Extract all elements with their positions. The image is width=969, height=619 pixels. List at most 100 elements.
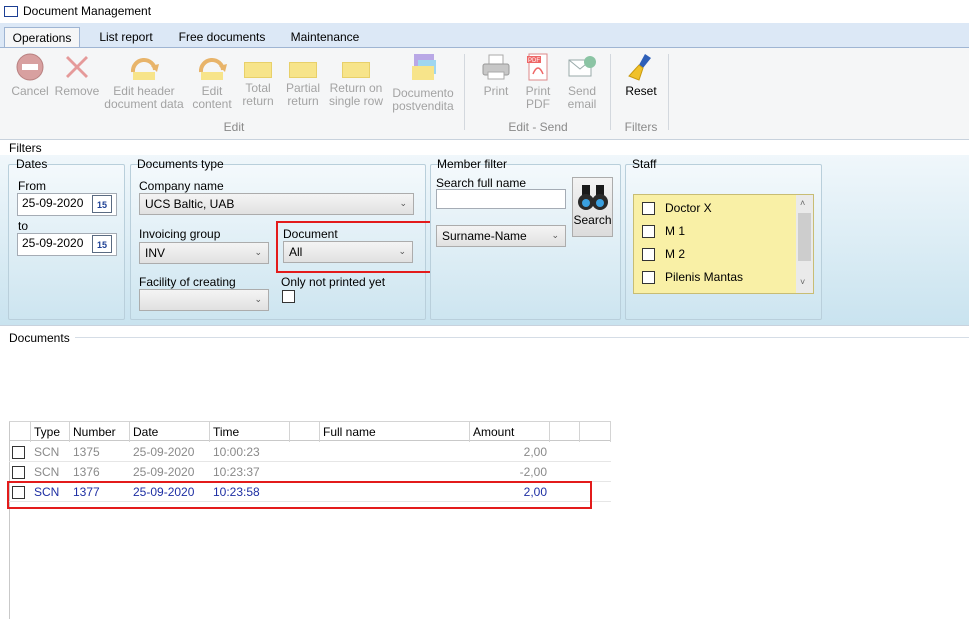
member-filter-group-title: Member filter xyxy=(437,157,508,171)
tab-maintenance[interactable]: Maintenance xyxy=(282,27,368,48)
staff-checkbox[interactable] xyxy=(642,271,655,284)
staff-item[interactable]: M 1 xyxy=(642,224,802,245)
tab-list-report[interactable]: List report xyxy=(90,27,162,48)
column-header-select[interactable] xyxy=(9,422,31,442)
svg-text:PDF: PDF xyxy=(528,58,540,64)
chevron-down-icon: ⌄ xyxy=(398,246,406,256)
staff-checkbox[interactable] xyxy=(642,202,655,215)
staff-item-label: Doctor X xyxy=(665,201,712,215)
table-row[interactable]: SCN 1376 25-09-2020 10:23:37 -2,00 xyxy=(9,462,611,482)
column-header-blank[interactable] xyxy=(290,422,320,442)
print-pdf-button[interactable]: PDF Print PDF xyxy=(520,52,556,111)
documents-grid-header: Type Number Date Time Full name Amount xyxy=(9,421,611,442)
calendar-icon-2[interactable]: 15 xyxy=(92,235,112,253)
staff-item[interactable]: Doctor X xyxy=(642,201,802,222)
documento-postvendita-button[interactable]: Documento postvendita xyxy=(389,52,457,113)
row-checkbox[interactable] xyxy=(12,466,25,479)
table-row[interactable]: SCN 1375 25-09-2020 10:00:23 2,00 xyxy=(9,442,611,462)
scroll-down-icon[interactable]: ˅ xyxy=(800,277,805,287)
return-single-row-icon xyxy=(342,62,370,78)
cell-number: 1375 xyxy=(73,445,100,459)
remove-button[interactable]: Remove xyxy=(53,52,101,98)
print-button[interactable]: Print xyxy=(478,52,514,98)
document-label: Document xyxy=(283,227,338,241)
search-button[interactable]: Search xyxy=(572,177,613,237)
edit-content-button[interactable]: Edit content xyxy=(189,52,235,111)
column-header-date[interactable]: Date xyxy=(130,422,210,442)
facility-select[interactable]: ⌄ xyxy=(139,289,269,311)
chevron-down-icon: ⌄ xyxy=(254,247,262,257)
pdf-icon: PDF xyxy=(527,53,548,81)
partial-return-button[interactable]: Partial return xyxy=(283,52,323,108)
column-header-extra-2[interactable] xyxy=(580,422,611,442)
reset-button[interactable]: Reset xyxy=(620,52,662,98)
broom-icon xyxy=(628,54,651,81)
title-bar: Document Management xyxy=(0,0,969,23)
column-header-time[interactable]: Time xyxy=(210,422,290,442)
staff-scrollbar[interactable]: ˄ ˅ xyxy=(796,195,813,293)
return-single-row-button[interactable]: Return on single row xyxy=(327,52,385,108)
not-printed-label: Only not printed yet xyxy=(281,275,386,289)
staff-item[interactable]: Pilenis Mantas xyxy=(642,270,802,291)
chevron-down-icon: ⌄ xyxy=(399,198,407,208)
return-single-row-label-2: single row xyxy=(328,94,384,108)
partial-return-label-2: return xyxy=(287,94,319,108)
send-group-label: Edit - Send xyxy=(508,120,568,134)
email-icon xyxy=(568,56,596,77)
column-header-number[interactable]: Number xyxy=(70,422,130,442)
row-checkbox[interactable] xyxy=(12,446,25,459)
total-return-icon xyxy=(244,62,272,78)
search-button-label: Search xyxy=(573,213,612,227)
documents-section-label: Documents xyxy=(9,331,70,345)
to-label: to xyxy=(18,219,29,233)
edit-group-label: Edit xyxy=(223,120,245,134)
cancel-label: Cancel xyxy=(11,84,49,98)
company-name-value: UCS Baltic, UAB xyxy=(145,197,235,211)
staff-list[interactable]: Doctor X M 1 M 2 Pilenis Mantas ˄ ˅ xyxy=(633,194,814,294)
edit-header-icon xyxy=(130,57,159,80)
dates-group-title: Dates xyxy=(16,157,48,171)
remove-label: Remove xyxy=(54,84,100,98)
column-header-full-name[interactable]: Full name xyxy=(320,422,470,442)
cancel-icon xyxy=(16,53,44,81)
calendar-icon[interactable]: 15 xyxy=(92,195,112,213)
cancel-button[interactable]: Cancel xyxy=(8,52,52,98)
tab-operations[interactable]: Operations xyxy=(4,27,80,48)
total-return-button[interactable]: Total return xyxy=(239,52,277,108)
print-pdf-label-2: PDF xyxy=(526,97,550,111)
company-name-select[interactable]: UCS Baltic, UAB ⌄ xyxy=(139,193,414,215)
documents-divider xyxy=(75,337,969,338)
documento-postvendita-icon xyxy=(412,54,436,80)
partial-return-icon xyxy=(289,62,317,78)
scroll-up-icon[interactable]: ˄ xyxy=(800,198,805,208)
staff-group-title: Staff xyxy=(632,157,657,171)
edit-header-button[interactable]: Edit header document data xyxy=(102,52,186,111)
column-header-amount[interactable]: Amount xyxy=(470,422,550,442)
send-email-button[interactable]: Send email xyxy=(562,52,602,111)
cell-amount: 2,00 xyxy=(523,445,547,459)
edit-header-label-2: document data xyxy=(104,97,184,111)
staff-checkbox[interactable] xyxy=(642,225,655,238)
scrollbar-thumb[interactable] xyxy=(798,213,811,261)
document-select[interactable]: All ⌄ xyxy=(283,241,413,263)
column-header-extra[interactable] xyxy=(550,422,580,442)
search-full-name-input[interactable] xyxy=(436,189,566,209)
edit-content-icon xyxy=(198,57,227,80)
binoculars-icon xyxy=(577,185,608,210)
company-name-label: Company name xyxy=(139,179,224,193)
not-printed-checkbox[interactable] xyxy=(282,290,295,303)
tab-free-documents[interactable]: Free documents xyxy=(170,27,274,48)
document-value: All xyxy=(289,245,303,259)
highlight-box-row xyxy=(7,481,592,509)
divider xyxy=(0,325,969,326)
column-header-type[interactable]: Type xyxy=(31,422,70,442)
name-order-select[interactable]: Surname-Name ⌄ xyxy=(436,225,566,247)
printer-icon xyxy=(482,54,510,80)
staff-item[interactable]: M 2 xyxy=(642,247,802,268)
staff-checkbox[interactable] xyxy=(642,248,655,261)
reset-label: Reset xyxy=(625,84,657,98)
invoicing-group-select[interactable]: INV ⌄ xyxy=(139,242,269,264)
name-order-value: Surname-Name xyxy=(442,229,527,243)
ribbon-separator-3 xyxy=(668,54,669,130)
cell-full-name xyxy=(320,442,326,462)
